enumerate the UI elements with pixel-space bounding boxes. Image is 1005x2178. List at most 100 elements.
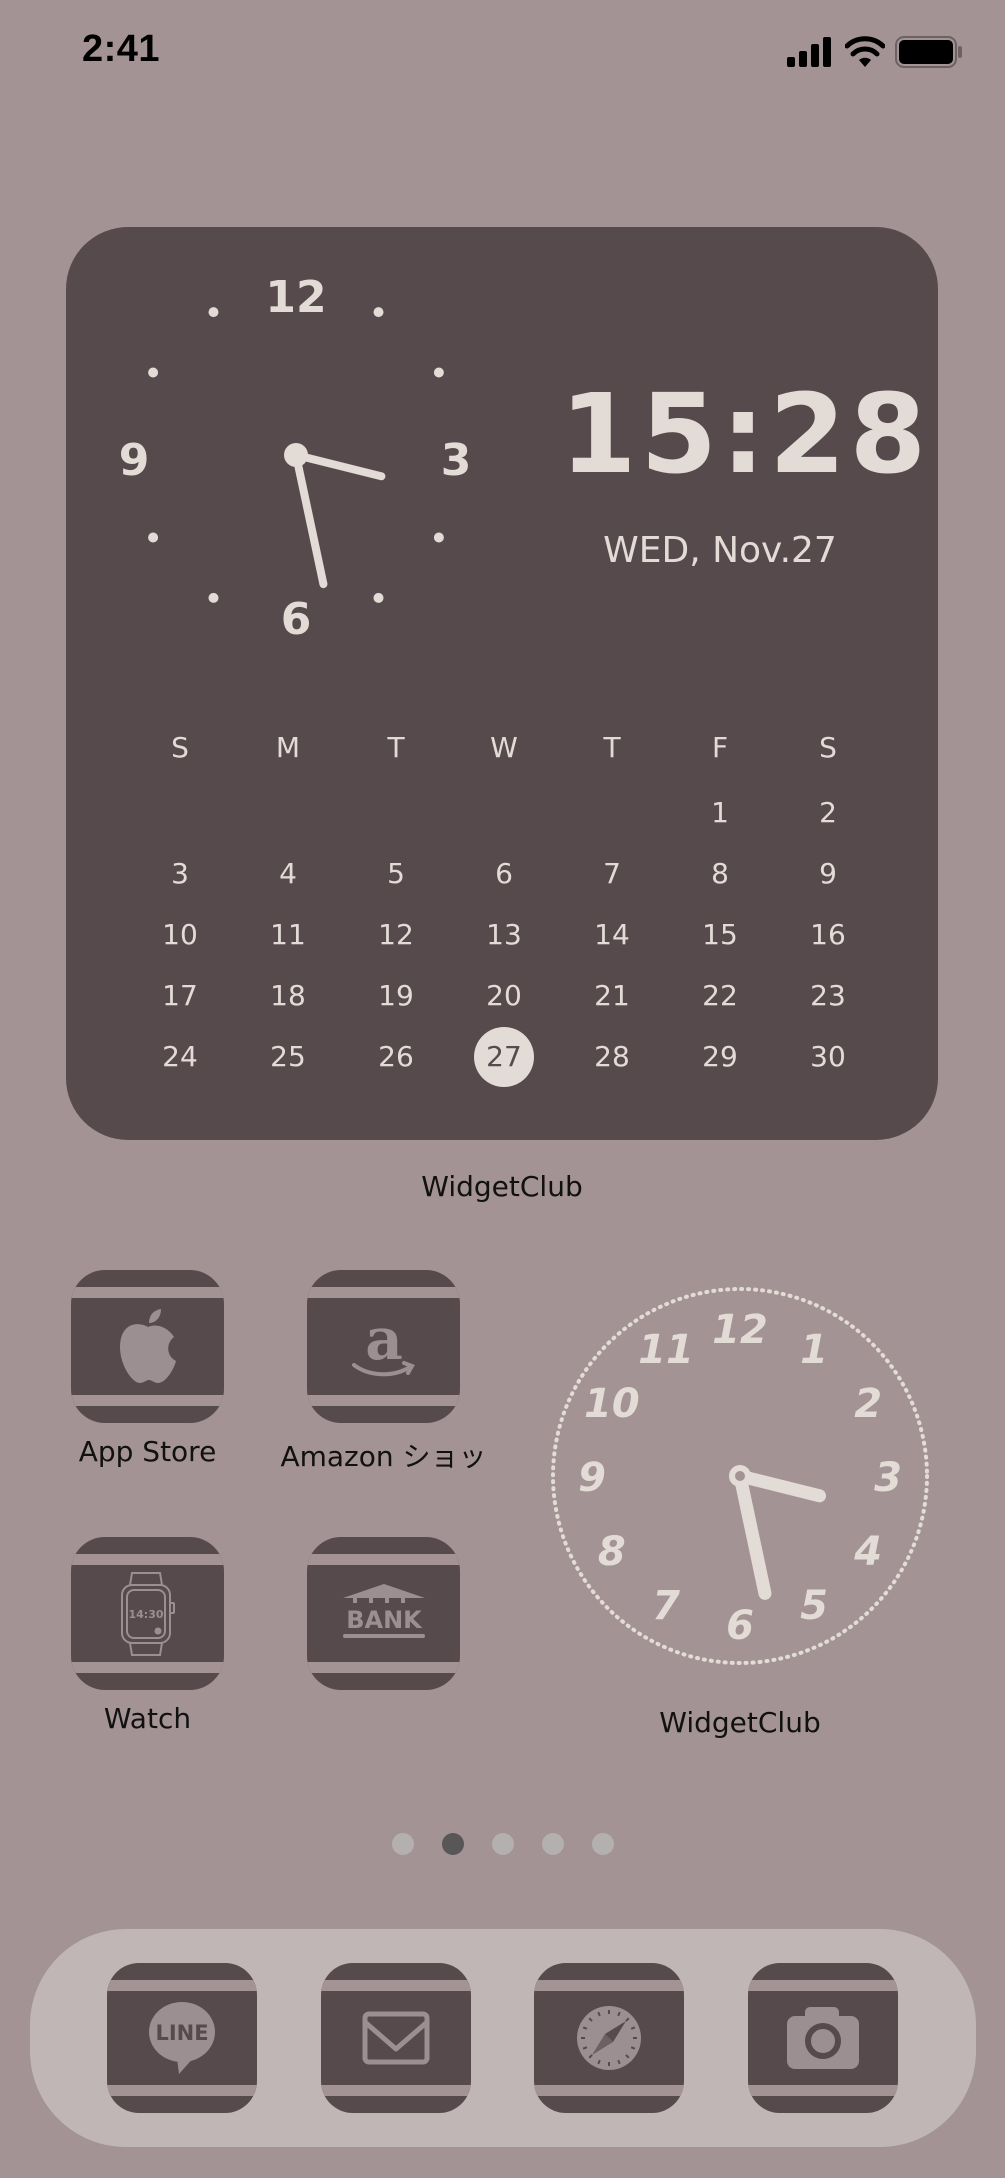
page-dot[interactable] [392,1833,414,1855]
calendar-day-number: 8 [711,857,729,890]
calendar-day: 26 [342,1040,450,1073]
calendar-day-number: 23 [810,979,846,1012]
dock-app-mail[interactable] [321,1963,471,2113]
calendar-day-number: 17 [162,979,198,1012]
calendar-day: 9 [774,857,882,890]
compass-tick [597,2059,601,2065]
bank-app[interactable]: BANK [307,1537,460,1736]
smartwatch-icon: 14:30 [120,1571,175,1656]
calendar-day-number: 27 [474,1026,534,1087]
calendar-week-row: 10 11 12 13 14 15 16 [126,904,882,965]
line-icon-text: LINE [155,2021,208,2045]
clock-hour-dot [208,592,219,603]
watch-app[interactable]: 14:30 Watch [71,1537,224,1735]
app-store-icon-tile[interactable] [71,1270,224,1423]
bank-icon-tile[interactable]: BANK [307,1537,460,1690]
calendar-day: 2 [774,796,882,829]
bank-icon: BANK [342,1583,425,1638]
clock-numeral: 5 [800,1583,828,1629]
clock-numeral: 6 [726,1603,754,1649]
watch-icon-tile[interactable]: 14:30 [71,1537,224,1690]
analog-clock-widget[interactable]: 12 1 2 3 4 5 6 7 8 9 10 11 [535,1275,945,1685]
calendar-day-number: 28 [594,1040,630,1073]
calendar-day-number: 4 [279,857,297,890]
compass-tick [617,2011,621,2017]
calendar-week-row: 12 [126,782,882,843]
clock-numeral: 3 [874,1455,902,1501]
compass-tick [617,2059,621,2065]
calendar-week-row: 17 18 19 20 21 22 23 [126,965,882,1026]
weekday-header: S [819,730,837,764]
clock-numeral: 9 [578,1455,606,1501]
page-dot[interactable] [542,1833,564,1855]
apple-logo-icon [119,1308,176,1383]
clock-numeral-12: 12 [265,272,326,323]
weekday-header: M [275,730,301,764]
weekday-header: T [387,730,405,764]
calendar-day-number: 19 [378,979,414,1012]
calendar-day: 13 [450,918,558,951]
calendar-day-number: 15 [702,918,738,951]
calendar-day: 17 [126,979,234,1012]
calendar-day: 6 [450,857,558,890]
calendar-day-number: 1 [711,796,729,829]
calendar-day: 16 [774,918,882,951]
calendar-day: 15 [666,918,774,951]
calendar-day-number: 14 [594,918,630,951]
calendar-day-number: 9 [819,857,837,890]
amazon-logo-icon: a [351,1311,415,1376]
dock-app-camera[interactable] [748,1963,898,2113]
calendar-day-number: 13 [486,918,522,951]
calendar-day: 22 [666,979,774,1012]
calendar-day: 25 [234,1040,342,1073]
clock-numeral: 8 [598,1529,626,1575]
calendar-day: 11 [234,918,342,951]
calendar-day-number: 5 [387,857,405,890]
svg-text:a: a [365,1311,403,1373]
calendar-day: 24 [126,1040,234,1073]
calendar-day: 18 [234,979,342,1012]
calendar-day: 10 [126,918,234,951]
calendar-day-number: 16 [810,918,846,951]
mail-envelope-icon [362,2011,430,2065]
calendar-day-number: 29 [702,1040,738,1073]
hour-hand [733,1469,827,1503]
calendar-day-number: 25 [270,1040,306,1073]
compass-icon [577,2006,641,2070]
calendar-day: 3 [126,857,234,890]
calendar-day-number: 6 [495,857,513,890]
calendar-day: 28 [558,1040,666,1073]
dock-app-safari[interactable] [534,1963,684,2113]
clock-numeral: 1 [800,1327,828,1373]
page-indicator[interactable] [392,1833,614,1855]
dock-app-line[interactable]: LINE [107,1963,257,2113]
calendar-day-number: 18 [270,979,306,1012]
calendar-day: 19 [342,979,450,1012]
weekday-header: F [711,730,729,764]
calendar-day: 5 [342,857,450,890]
page-dot[interactable] [592,1833,614,1855]
page-dot-active[interactable] [442,1833,464,1855]
clock-numeral-9: 9 [119,435,150,486]
app-store-app[interactable]: App Store [71,1270,224,1468]
widget-label: WidgetClub [421,1170,583,1203]
amazon-icon-tile[interactable]: a [307,1270,460,1423]
bank-icon-text: BANK [346,1606,423,1634]
calendar-day: 7 [558,857,666,890]
analog-clock-face: 12 12 3 45678 9 10 11 [551,1287,929,1665]
clock-center-pin [284,443,308,467]
status-bar-time: 2:41 [82,28,161,70]
clock-hour-dot [148,532,159,543]
line-chat-icon: LINE [149,2002,215,2074]
calendar-day-number: 12 [378,918,414,951]
clock-hour-dot [433,367,444,378]
page-dot[interactable] [492,1833,514,1855]
app-label: App Store [78,1435,217,1468]
calendar-day-number: 11 [270,918,306,951]
calendar-day-number: 30 [810,1040,846,1073]
clock-hour-dot [373,307,384,318]
amazon-app[interactable]: a Amazon ショッ [280,1270,487,1473]
calendar-day: 8 [666,857,774,890]
calendar-day-number: 22 [702,979,738,1012]
calendar-day: 1 [666,796,774,829]
